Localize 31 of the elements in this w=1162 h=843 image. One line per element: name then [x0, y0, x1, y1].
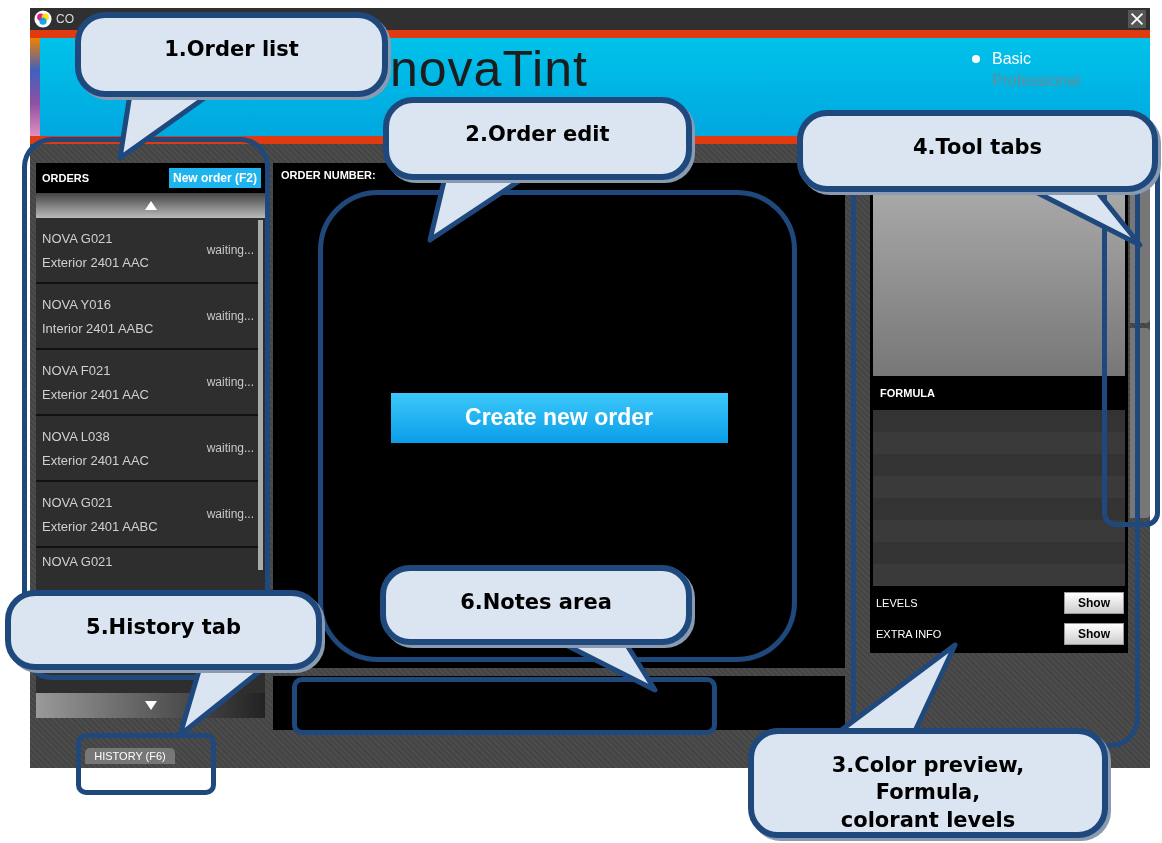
order-name: NOVA F021	[42, 362, 112, 378]
show-button[interactable]: Show	[1064, 622, 1124, 645]
order-status: waiting...	[206, 441, 254, 455]
show-button[interactable]: Show	[1064, 592, 1124, 615]
color-wheel-icon	[34, 10, 52, 28]
order-status: waiting...	[206, 507, 254, 521]
order-status: waiting...	[206, 309, 254, 323]
order-product: Exterior 2401 AAC	[42, 386, 150, 402]
panel-title: ORDERS	[42, 172, 90, 184]
close-icon[interactable]	[1128, 10, 1146, 28]
order-product: Exterior 2401 AAC	[42, 254, 150, 270]
section-label: EXTRA INFO	[876, 627, 942, 640]
logo-text: novaTint	[390, 44, 588, 94]
section-label: LEVELS	[876, 597, 918, 610]
order-name: NOVA G021	[42, 494, 114, 510]
scrollbar[interactable]	[258, 220, 263, 570]
order-name: NOVA L038	[42, 428, 111, 444]
scroll-up-button[interactable]	[36, 193, 265, 218]
order-status: waiting...	[206, 375, 254, 389]
order-item[interactable]: NOVA G021	[36, 548, 258, 573]
order-product: Exterior 2401 AAC	[42, 452, 150, 468]
order-number-label: ORDER NUMBER:	[281, 169, 376, 181]
order-name: NOVA Y016	[42, 296, 112, 312]
history-tab[interactable]: HISTORY (F6)	[85, 748, 175, 764]
order-name: NOVA G021	[42, 230, 114, 246]
order-product: Interior 2401 AABC	[42, 320, 155, 336]
order-product: Exterior 2401 AABC	[42, 518, 159, 534]
order-name: NOVA G021	[42, 554, 114, 569]
order-status: waiting...	[206, 243, 254, 257]
window-title: CO	[56, 12, 74, 26]
formula-title: FORMULA	[880, 387, 935, 399]
